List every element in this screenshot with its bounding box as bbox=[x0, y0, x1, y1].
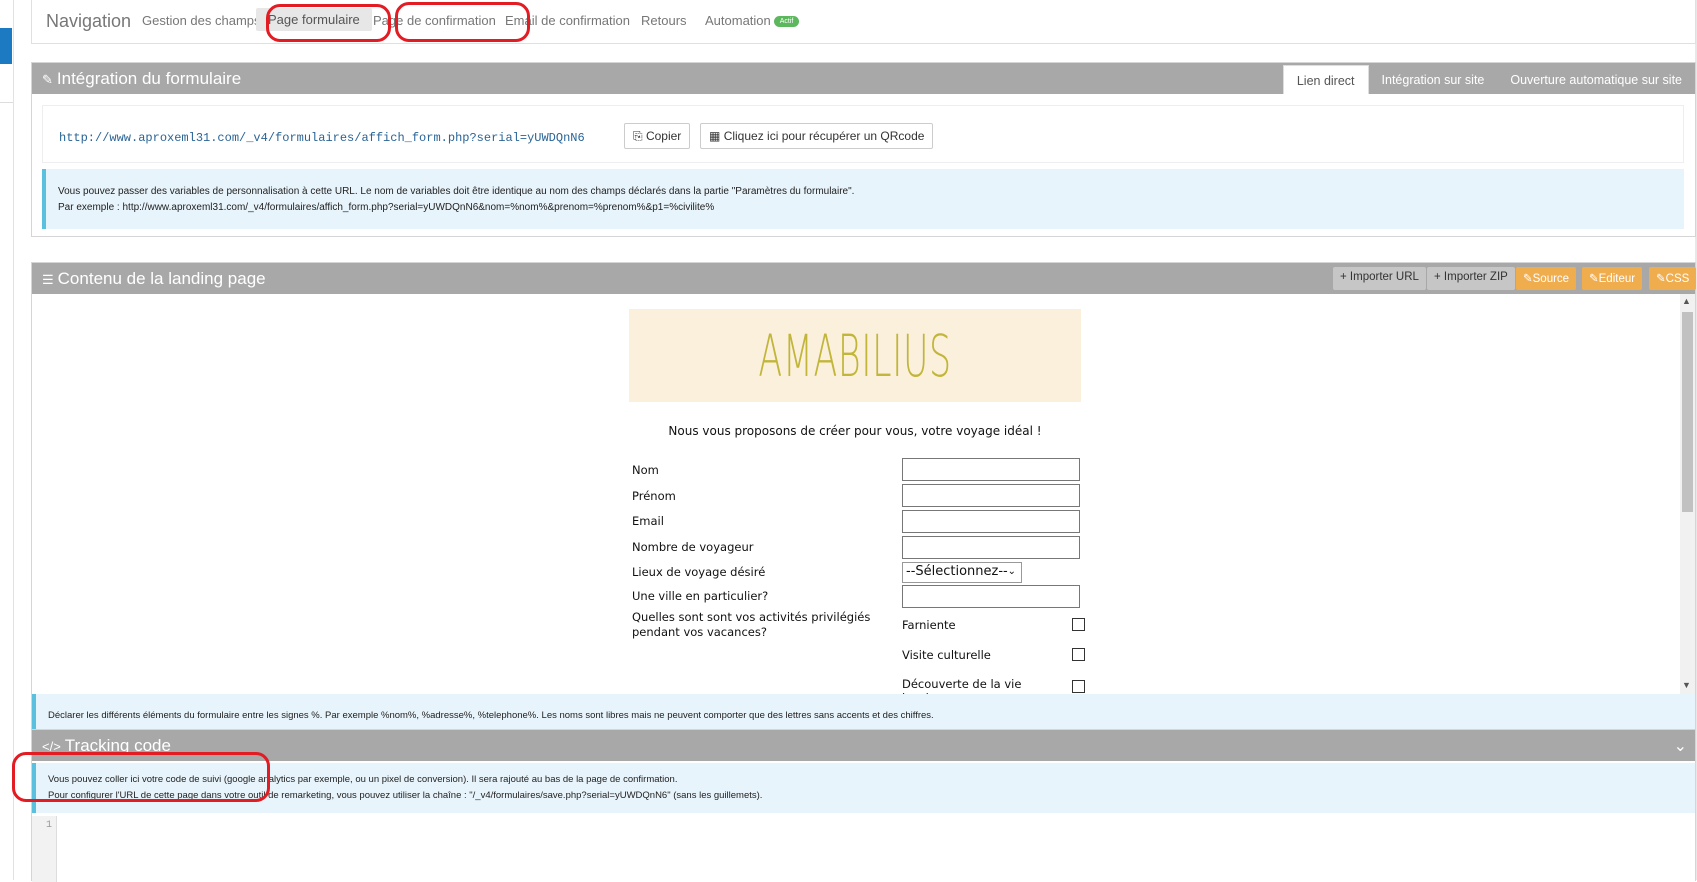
integration-title-text: Intégration du formulaire bbox=[56, 69, 242, 88]
input-ville[interactable] bbox=[902, 585, 1080, 608]
integration-panel-header: ✎ Intégration du formulaire Lien direct I… bbox=[32, 63, 1695, 94]
tracking-info-line-1: Vous pouvez coller ici votre code de sui… bbox=[48, 774, 678, 785]
landing-content-panel: ☰ Contenu de la landing page + Importer U… bbox=[31, 262, 1697, 748]
input-email[interactable] bbox=[902, 510, 1080, 533]
source-label: Source bbox=[1532, 273, 1570, 285]
label-ville: Une ville en particulier? bbox=[632, 589, 769, 603]
select-lieux-value: --Sélectionnez-- bbox=[906, 564, 1008, 579]
integration-panel-title: ✎ Intégration du formulaire bbox=[42, 69, 241, 89]
link-icon: ✎ bbox=[42, 72, 53, 87]
checkbox-visite-culturelle[interactable] bbox=[1072, 648, 1085, 661]
source-button[interactable]: ✎Source bbox=[1516, 267, 1577, 290]
input-nom[interactable] bbox=[902, 458, 1080, 481]
label-voyageurs: Nombre de voyageur bbox=[632, 540, 754, 554]
preview-intro: Nous vous proposons de créer pour vous, … bbox=[668, 424, 1042, 438]
url-info-line-1: Vous pouvez passer des variables de pers… bbox=[58, 186, 855, 197]
plus-icon: + bbox=[1340, 271, 1347, 283]
label-prenom: Prénom bbox=[632, 489, 676, 503]
annotation-tracking-code bbox=[12, 752, 270, 802]
left-sidebar-active-marker[interactable] bbox=[0, 28, 12, 64]
label-activites-2: pendant vos vacances? bbox=[632, 625, 767, 639]
input-prenom[interactable] bbox=[902, 484, 1080, 507]
scroll-up-icon[interactable]: ▲ bbox=[1682, 296, 1691, 306]
nav-item-gestion-champs[interactable]: Gestion des champs bbox=[142, 13, 261, 28]
url-info-line-2: Par exemple : http://www.aproxeml31.com/… bbox=[58, 202, 715, 213]
tracking-panel-header[interactable]: </> Tracking code ⌄ bbox=[32, 730, 1695, 761]
list-icon: ☰ bbox=[42, 272, 54, 287]
nav-title: Navigation bbox=[46, 11, 132, 31]
editor-label: Editeur bbox=[1598, 273, 1636, 285]
left-sidebar-strip bbox=[0, 0, 14, 880]
annotation-page-confirmation bbox=[395, 2, 530, 42]
automation-status-badge: Actif bbox=[773, 16, 800, 28]
integration-tabs: Lien direct Intégration sur site Ouvertu… bbox=[1282, 65, 1695, 94]
tracking-info-line-2: Pour configurer l'URL de cette page dans… bbox=[48, 790, 763, 801]
label-lieux: Lieux de voyage désiré bbox=[632, 565, 766, 579]
tracking-code-editor[interactable] bbox=[58, 816, 1695, 882]
tracking-info: Vous pouvez coller ici votre code de sui… bbox=[32, 763, 1695, 813]
editor-button[interactable]: ✎Editeur bbox=[1582, 267, 1643, 290]
landing-preview[interactable]: AMABILIUS Nous vous proposons de créer p… bbox=[32, 294, 1695, 694]
banner-logo-text: AMABILIUS bbox=[758, 321, 952, 390]
integration-panel: ✎ Intégration du formulaire Lien direct I… bbox=[31, 62, 1696, 237]
copy-button-label: Copier bbox=[645, 129, 682, 143]
qrcode-button[interactable]: ▦ Cliquez ici pour récupérer un QRcode bbox=[700, 123, 934, 149]
input-voyageurs[interactable] bbox=[902, 536, 1080, 559]
nav-item-automation[interactable]: Automation Actif bbox=[705, 13, 800, 28]
copy-icon: ⎘ bbox=[633, 129, 643, 143]
preview-scrollbar[interactable]: ▲ ▼ bbox=[1680, 294, 1695, 694]
option-visite-culturelle: Visite culturelle bbox=[902, 648, 991, 662]
annotation-page-formulaire bbox=[266, 4, 391, 42]
option-decouverte: Découverte de la vie bbox=[902, 677, 1022, 691]
copy-button[interactable]: ⎘ Copier bbox=[624, 123, 691, 149]
import-url-button[interactable]: + Importer URL bbox=[1333, 267, 1426, 290]
tab-lien-direct[interactable]: Lien direct bbox=[1282, 65, 1369, 94]
tab-ouverture-auto[interactable]: Ouverture automatique sur site bbox=[1497, 65, 1695, 94]
qrcode-button-label: Cliquez ici pour récupérer un QRcode bbox=[723, 129, 925, 143]
nav-item-automation-label: Automation bbox=[705, 13, 771, 28]
direct-link-row: http://www.aproxeml31.com/_v4/formulaire… bbox=[42, 105, 1684, 163]
pencil-icon: ✎ bbox=[1523, 273, 1533, 285]
option-farniente: Farniente bbox=[902, 618, 956, 632]
pencil-icon: ✎ bbox=[1589, 273, 1599, 285]
scrollbar-thumb[interactable] bbox=[1682, 312, 1693, 512]
select-lieux[interactable]: --Sélectionnez-- ⌄ bbox=[902, 562, 1022, 583]
left-sidebar-divider bbox=[0, 102, 13, 103]
landing-panel-title: ☰ Contenu de la landing page bbox=[42, 269, 266, 289]
checkbox-decouverte[interactable] bbox=[1072, 680, 1085, 693]
label-nom: Nom bbox=[632, 463, 659, 477]
nav-item-retours[interactable]: Retours bbox=[641, 13, 687, 28]
css-button[interactable]: ✎CSS bbox=[1649, 267, 1697, 290]
code-gutter: 1 bbox=[32, 816, 57, 882]
landing-title-text: Contenu de la landing page bbox=[57, 269, 266, 288]
qrcode-icon: ▦ bbox=[709, 129, 721, 143]
label-activites-1: Quelles sont sont vos activités privilég… bbox=[632, 610, 871, 624]
landing-panel-header: ☰ Contenu de la landing page + Importer U… bbox=[32, 263, 1697, 294]
amabilius-banner: AMABILIUS bbox=[629, 309, 1081, 402]
plus-icon: + bbox=[1434, 271, 1441, 283]
css-label: CSS bbox=[1665, 273, 1690, 285]
line-number: 1 bbox=[45, 820, 52, 831]
form-url[interactable]: http://www.aproxeml31.com/_v4/formulaire… bbox=[59, 131, 585, 145]
tracking-code-panel: </> Tracking code ⌄ Vous pouvez coller ic… bbox=[31, 729, 1696, 882]
import-zip-button[interactable]: + Importer ZIP bbox=[1427, 267, 1515, 290]
url-variables-info: Vous pouvez passer des variables de pers… bbox=[42, 169, 1684, 229]
collapse-chevron-icon[interactable]: ⌄ bbox=[1674, 736, 1687, 756]
pencil-icon: ✎ bbox=[1656, 273, 1666, 285]
import-zip-label: Importer ZIP bbox=[1443, 271, 1508, 283]
import-url-label: Importer URL bbox=[1349, 271, 1419, 283]
chevron-down-icon: ⌄ bbox=[1007, 566, 1016, 577]
checkbox-farniente[interactable] bbox=[1072, 618, 1085, 631]
scroll-down-icon[interactable]: ▼ bbox=[1682, 680, 1691, 690]
label-email: Email bbox=[632, 514, 664, 528]
tab-integration-site[interactable]: Intégration sur site bbox=[1369, 65, 1498, 94]
